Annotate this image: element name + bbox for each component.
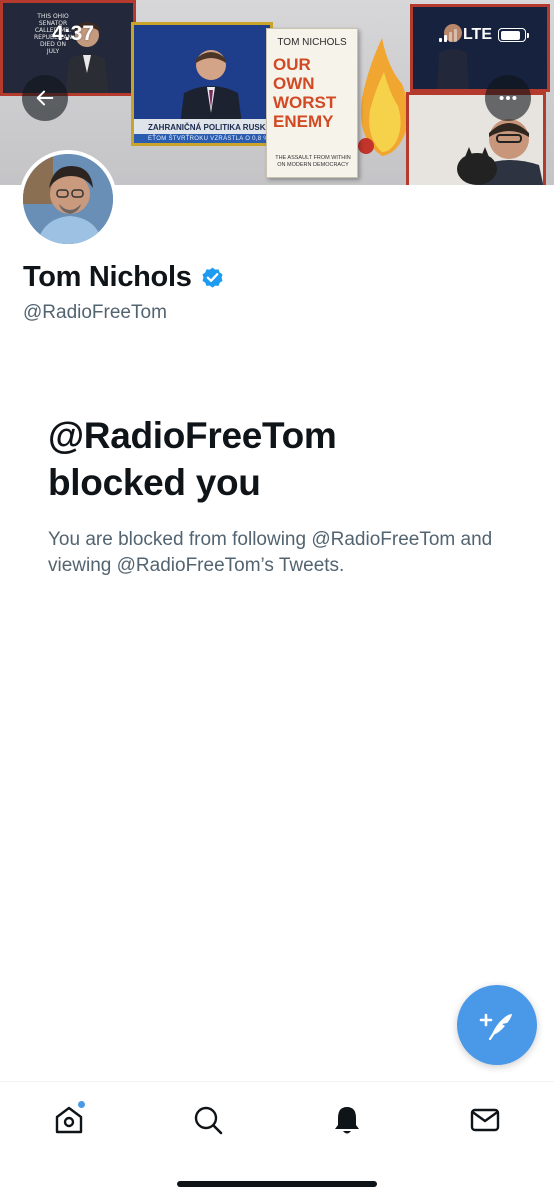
book-title-line: OUR OWN xyxy=(273,55,315,93)
blocked-title: @RadioFreeTom blocked you xyxy=(48,412,488,506)
book-title-line: WORST xyxy=(273,93,337,112)
status-time: 4:37 xyxy=(52,22,95,45)
blocked-title-text: blocked you xyxy=(48,462,261,503)
book-subtitle: THE ASSAULT FROM WITHIN ON MODERN DEMOCR… xyxy=(269,155,357,169)
nav-messages[interactable] xyxy=(465,1100,505,1140)
avatar-photo xyxy=(23,154,113,244)
book-subtitle-line: ON MODERN DEMOCRACY xyxy=(277,162,349,168)
profile-avatar[interactable] xyxy=(19,150,117,248)
more-horizontal-icon xyxy=(499,95,517,101)
search-icon xyxy=(194,1106,223,1135)
compose-tweet-button[interactable] xyxy=(457,985,537,1065)
battery-nub xyxy=(527,33,529,38)
banner-tv-interview: ZAHRANIČNÁ POLITIKA RUSKA EŤOM ŠTVRŤROKU… xyxy=(131,22,273,146)
more-options-button[interactable] xyxy=(485,75,531,121)
verified-badge-icon[interactable] xyxy=(200,265,225,290)
profile-name: Tom Nichols xyxy=(23,261,192,293)
book-author: TOM NICHOLS xyxy=(277,37,347,48)
status-indicators: LTE xyxy=(438,26,529,44)
arrow-left-icon xyxy=(36,90,54,106)
network-type: LTE xyxy=(462,26,492,43)
nav-search[interactable] xyxy=(188,1100,228,1140)
banner-person-tv xyxy=(180,50,242,125)
nav-home[interactable] xyxy=(49,1100,89,1140)
tv-caption: ZAHRANIČNÁ POLITIKA RUSKA xyxy=(148,123,272,132)
home-indicator[interactable] xyxy=(177,1181,377,1187)
book-subtitle-line: THE ASSAULT FROM WITHIN xyxy=(275,155,351,161)
book-title-line: ENEMY xyxy=(273,112,334,131)
blocked-description: You are blocked from following @RadioFre… xyxy=(48,529,493,576)
tv-ticker: EŤOM ŠTVRŤROKU VZRÁSTLA O 0,8 % xyxy=(148,136,269,142)
battery-icon xyxy=(498,28,529,42)
banner-photo-right-top xyxy=(410,4,550,92)
flame-illustration xyxy=(358,38,409,156)
back-button[interactable] xyxy=(22,75,68,121)
compose-tweet-icon xyxy=(479,1013,512,1041)
book-cover: TOM NICHOLS OUR OWN WORST ENEMY THE ASSA… xyxy=(266,28,358,178)
bell-icon xyxy=(335,1107,359,1134)
nav-notifications[interactable] xyxy=(327,1100,367,1140)
banner-photo-left: THIS OHIO SENATOR CALLED MR. REPUBLICAN … xyxy=(0,0,136,96)
battery-level xyxy=(500,30,521,40)
cellular-signal-icon xyxy=(438,28,457,42)
profile-handle: @RadioFreeTom xyxy=(23,302,167,323)
home-notification-dot xyxy=(77,1100,86,1109)
envelope-icon xyxy=(470,1108,500,1132)
book-title: OUR OWN WORST ENEMY xyxy=(273,55,357,131)
blocked-title-handle: @RadioFreeTom xyxy=(48,415,337,456)
profile-name-row: Tom Nichols xyxy=(23,261,225,294)
